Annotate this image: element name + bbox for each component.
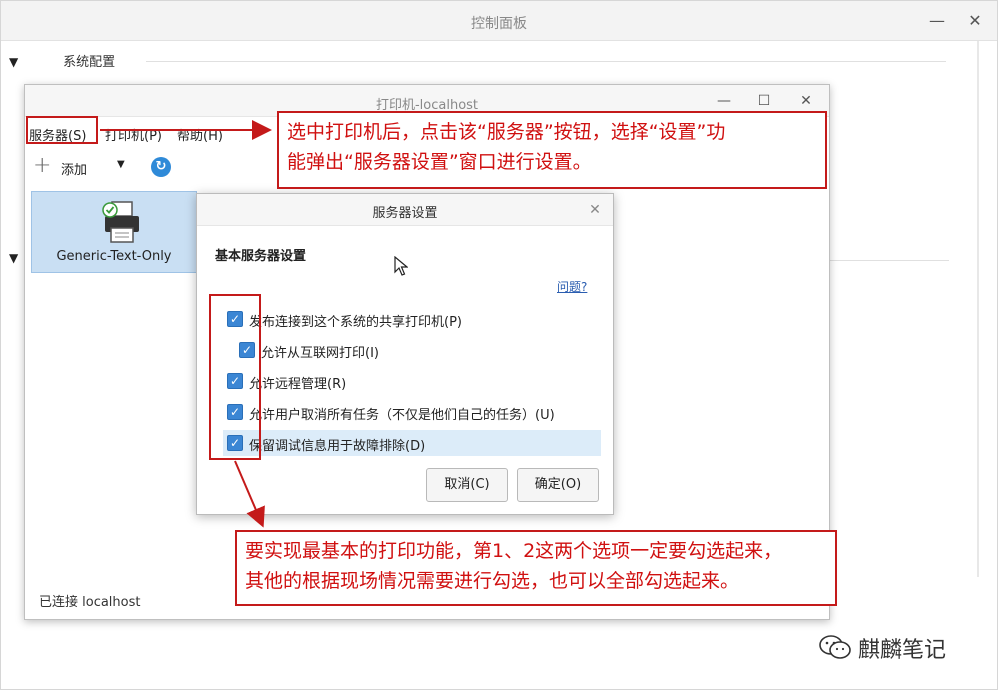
- close-button[interactable]: ✕: [795, 90, 817, 112]
- collapse-triangle-icon[interactable]: ▼: [9, 251, 18, 265]
- system-config-section[interactable]: ▼ 系统配置: [9, 51, 115, 70]
- control-panel-title: 控制面板: [471, 16, 527, 32]
- refresh-icon[interactable]: ↻: [151, 157, 171, 177]
- annotation-text: 其他的根据现场情况需要进行勾选，也可以全部勾选起来。: [245, 570, 740, 592]
- section-divider: [146, 61, 946, 62]
- plus-icon[interactable]: +: [33, 153, 51, 178]
- annotation-text: 选中打印机后，点击该“服务器”按钮，选择“设置”功: [287, 121, 726, 143]
- chevron-down-icon[interactable]: ▼: [117, 159, 125, 170]
- watermark-text: 麒麟笔记: [858, 638, 947, 663]
- menu-printer[interactable]: 打印机(P): [105, 125, 162, 144]
- minimize-button[interactable]: —: [925, 9, 949, 33]
- annotation-text: 能弹出“服务器设置”窗口进行设置。: [287, 151, 592, 173]
- close-button[interactable]: ✕: [963, 9, 987, 33]
- section-label: 系统配置: [63, 55, 116, 70]
- option-label: 允许用户取消所有任务（不仅是他们自己的任务）(U): [249, 408, 555, 423]
- printer-item[interactable]: Generic-Text-Only: [31, 191, 197, 273]
- dialog-title: 服务器设置: [372, 206, 438, 221]
- annotation-text: 要实现最基本的打印功能，第1、2这两个选项一定要勾选起来，: [245, 540, 783, 562]
- printer-icon: [102, 201, 139, 243]
- collapse-triangle-icon[interactable]: ▼: [9, 55, 23, 69]
- add-button[interactable]: 添加: [61, 159, 87, 178]
- connection-status: 已连接 localhost: [39, 595, 141, 610]
- scrollbar[interactable]: [977, 41, 979, 577]
- annotation-callout-bottom: 要实现最基本的打印功能，第1、2这两个选项一定要勾选起来， 其他的根据现场情况需…: [235, 530, 837, 606]
- minimize-button[interactable]: —: [713, 90, 735, 112]
- annotation-highlight-checkboxes: [209, 294, 261, 460]
- printer-name: Generic-Text-Only: [56, 249, 172, 264]
- control-panel-titlebar: 控制面板 — ✕: [1, 1, 997, 41]
- dialog-heading: 基本服务器设置: [215, 249, 307, 264]
- option-label: 允许从互联网打印(I): [261, 346, 379, 361]
- menu-help[interactable]: 帮助(H): [177, 125, 223, 144]
- close-button[interactable]: ✕: [585, 200, 605, 220]
- annotation-highlight-server-menu: [26, 116, 98, 144]
- option-label: 保留调试信息用于故障排除(D): [249, 439, 426, 454]
- maximize-button[interactable]: ☐: [753, 90, 775, 112]
- cancel-button[interactable]: 取消(C): [426, 468, 508, 502]
- option-label: 允许远程管理(R): [249, 377, 347, 392]
- annotation-callout-top: 选中打印机后，点击该“服务器”按钮，选择“设置”功 能弹出“服务器设置”窗口进行…: [277, 111, 827, 189]
- wechat-logo-icon: [819, 635, 851, 659]
- ok-button[interactable]: 确定(O): [517, 468, 599, 502]
- option-label: 发布连接到这个系统的共享打印机(P): [249, 315, 462, 330]
- dialog-titlebar: 服务器设置 ✕: [197, 194, 613, 226]
- mouse-cursor-icon: [394, 256, 408, 276]
- help-link[interactable]: 问题?: [557, 278, 587, 295]
